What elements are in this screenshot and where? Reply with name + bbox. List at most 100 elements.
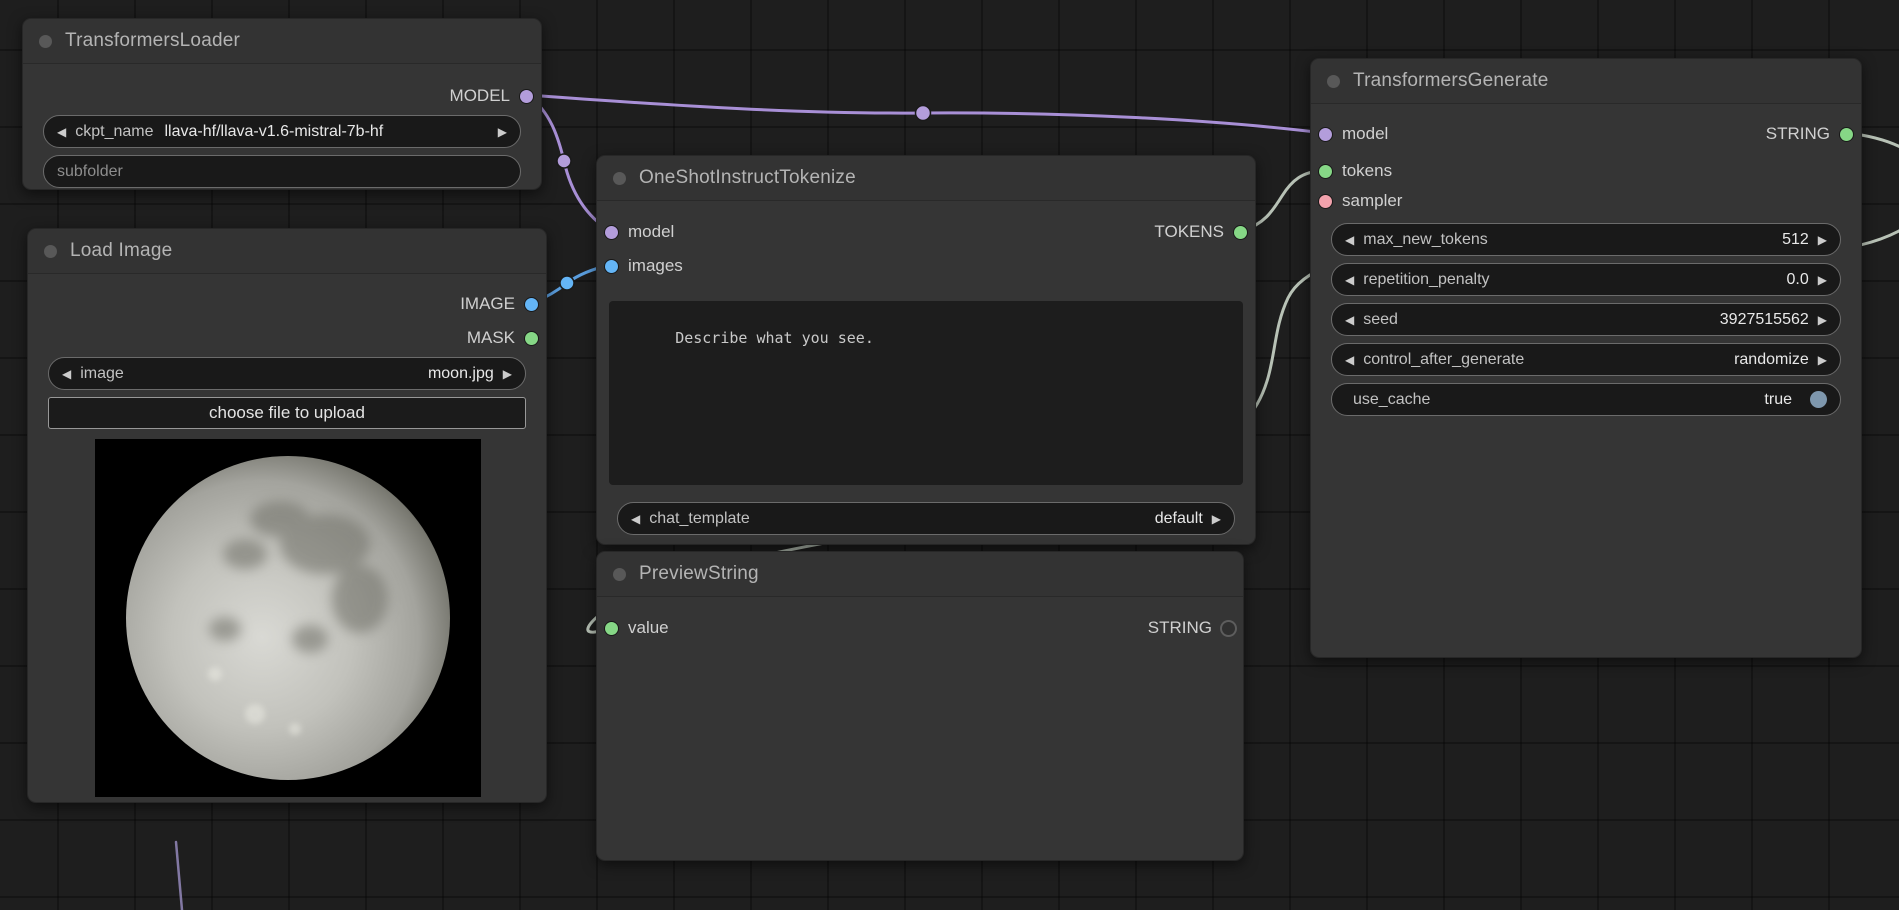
node-title: TransformersLoader	[65, 30, 240, 52]
widget-ckpt-name[interactable]: ◀ ckpt_name llava-hf/llava-v1.6-mistral-…	[43, 115, 521, 148]
output-slot-tokens: TOKENS	[1154, 215, 1247, 249]
collapse-dot[interactable]	[1327, 75, 1340, 88]
input-dot-model[interactable]	[605, 226, 618, 239]
widget-name: subfolder	[57, 163, 123, 181]
link-dot-image-tokenize	[560, 276, 574, 290]
node-title-bar[interactable]: TransformersGenerate	[1311, 59, 1861, 104]
widget-name: ckpt_name	[75, 123, 153, 141]
node-transformers-loader[interactable]: TransformersLoader MODEL ◀ ckpt_name lla…	[22, 18, 542, 190]
widget-value: 0.0	[1787, 271, 1809, 289]
slot-label-string: STRING	[1148, 618, 1212, 638]
node-title-bar[interactable]: PreviewString	[597, 552, 1243, 597]
combo-next-icon[interactable]: ▶	[503, 368, 512, 380]
widget-image-file[interactable]: ◀ image moon.jpg ▶	[48, 357, 526, 390]
output-dot-tokens[interactable]	[1234, 226, 1247, 239]
slot-label-mask: MASK	[467, 328, 515, 348]
slot-label-image: IMAGE	[460, 294, 515, 314]
prompt-text: Describe what you see.	[675, 329, 874, 347]
node-title-bar[interactable]: Load Image	[28, 229, 546, 274]
collapse-dot[interactable]	[44, 245, 57, 258]
output-slot-mask: MASK	[467, 321, 538, 355]
widget-value: 3927515562	[1720, 311, 1809, 329]
slot-label-tokens: TOKENS	[1154, 222, 1224, 242]
widget-use-cache-toggle[interactable]: use_cache true	[1331, 383, 1841, 416]
node-title-bar[interactable]: OneShotInstructTokenize	[597, 156, 1255, 201]
decrement-icon[interactable]: ◀	[1345, 274, 1354, 286]
node-title: TransformersGenerate	[1353, 70, 1548, 92]
combo-prev-icon[interactable]: ◀	[631, 513, 640, 525]
wire-stray-bottom-left	[176, 842, 182, 910]
input-slot-sampler: sampler	[1319, 184, 1402, 218]
slot-label-sampler: sampler	[1342, 191, 1402, 211]
input-slot-images: images	[605, 249, 683, 283]
widget-subfolder[interactable]: subfolder	[43, 155, 521, 188]
slot-label-model: MODEL	[450, 86, 510, 106]
node-load-image[interactable]: Load Image IMAGE MASK ◀ image moon.jpg ▶…	[27, 228, 547, 803]
moon-image	[95, 439, 481, 797]
input-dot-model[interactable]	[1319, 128, 1332, 141]
toggle-indicator-icon[interactable]	[1810, 391, 1827, 408]
widget-max-new-tokens[interactable]: ◀ max_new_tokens 512 ▶	[1331, 223, 1841, 256]
widget-name: control_after_generate	[1363, 351, 1524, 369]
node-title-bar[interactable]: TransformersLoader	[23, 19, 541, 64]
output-dot-mask[interactable]	[525, 332, 538, 345]
input-slot-value: value	[605, 611, 669, 645]
widget-value: llava-hf/llava-v1.6-mistral-7b-hf	[165, 123, 384, 141]
collapse-dot[interactable]	[39, 35, 52, 48]
increment-icon[interactable]: ▶	[1818, 234, 1827, 246]
output-dot-string[interactable]	[1840, 128, 1853, 141]
widget-value: true	[1764, 391, 1792, 409]
slot-label-model: model	[1342, 124, 1388, 144]
output-slot-model: MODEL	[450, 79, 533, 113]
node-preview-string[interactable]: PreviewString value STRING	[596, 551, 1244, 861]
slot-label-tokens: tokens	[1342, 161, 1392, 181]
combo-next-icon[interactable]: ▶	[498, 126, 507, 138]
slot-label-model: model	[628, 222, 674, 242]
combo-prev-icon[interactable]: ◀	[62, 368, 71, 380]
output-slot-string: STRING	[1766, 117, 1853, 151]
input-slot-tokens: tokens	[1319, 154, 1392, 188]
slot-label-images: images	[628, 256, 683, 276]
widget-name: max_new_tokens	[1363, 231, 1488, 249]
link-dot-model-tokenize	[557, 154, 571, 168]
widget-value: moon.jpg	[428, 365, 494, 383]
node-title: Load Image	[70, 240, 172, 262]
combo-prev-icon[interactable]: ◀	[57, 126, 66, 138]
decrement-icon[interactable]: ◀	[1345, 234, 1354, 246]
collapse-dot[interactable]	[613, 172, 626, 185]
increment-icon[interactable]: ▶	[1818, 274, 1827, 286]
input-dot-tokens[interactable]	[1319, 165, 1332, 178]
graph-canvas[interactable]: TransformersLoader MODEL ◀ ckpt_name lla…	[0, 0, 1899, 910]
link-dot-model-generate	[916, 106, 931, 121]
node-transformers-generate[interactable]: TransformersGenerate model STRING tokens…	[1310, 58, 1862, 658]
output-dot-string[interactable]	[1222, 622, 1235, 635]
output-slot-string: STRING	[1148, 611, 1235, 645]
upload-file-button[interactable]: choose file to upload	[48, 397, 526, 429]
output-dot-image[interactable]	[525, 298, 538, 311]
widget-value: randomize	[1734, 351, 1809, 369]
widget-chat-template[interactable]: ◀ chat_template default ▶	[617, 502, 1235, 535]
widget-value: 512	[1782, 231, 1809, 249]
decrement-icon[interactable]: ◀	[1345, 314, 1354, 326]
combo-next-icon[interactable]: ▶	[1212, 513, 1221, 525]
combo-next-icon[interactable]: ▶	[1818, 354, 1827, 366]
upload-file-button-label: choose file to upload	[209, 403, 365, 423]
input-dot-sampler[interactable]	[1319, 195, 1332, 208]
widget-name: image	[80, 365, 124, 383]
combo-prev-icon[interactable]: ◀	[1345, 354, 1354, 366]
widget-control-after-generate[interactable]: ◀ control_after_generate randomize ▶	[1331, 343, 1841, 376]
prompt-textarea[interactable]: Describe what you see.	[609, 301, 1243, 485]
widget-seed[interactable]: ◀ seed 3927515562 ▶	[1331, 303, 1841, 336]
image-preview	[95, 439, 481, 797]
input-dot-value[interactable]	[605, 622, 618, 635]
widget-name: chat_template	[649, 510, 750, 528]
widget-repetition-penalty[interactable]: ◀ repetition_penalty 0.0 ▶	[1331, 263, 1841, 296]
widget-name: use_cache	[1353, 391, 1430, 409]
node-one-shot-instruct-tokenize[interactable]: OneShotInstructTokenize model images TOK…	[596, 155, 1256, 545]
input-dot-images[interactable]	[605, 260, 618, 273]
slot-label-string: STRING	[1766, 124, 1830, 144]
output-dot-model[interactable]	[520, 90, 533, 103]
increment-icon[interactable]: ▶	[1818, 314, 1827, 326]
output-slot-image: IMAGE	[460, 287, 538, 321]
collapse-dot[interactable]	[613, 568, 626, 581]
